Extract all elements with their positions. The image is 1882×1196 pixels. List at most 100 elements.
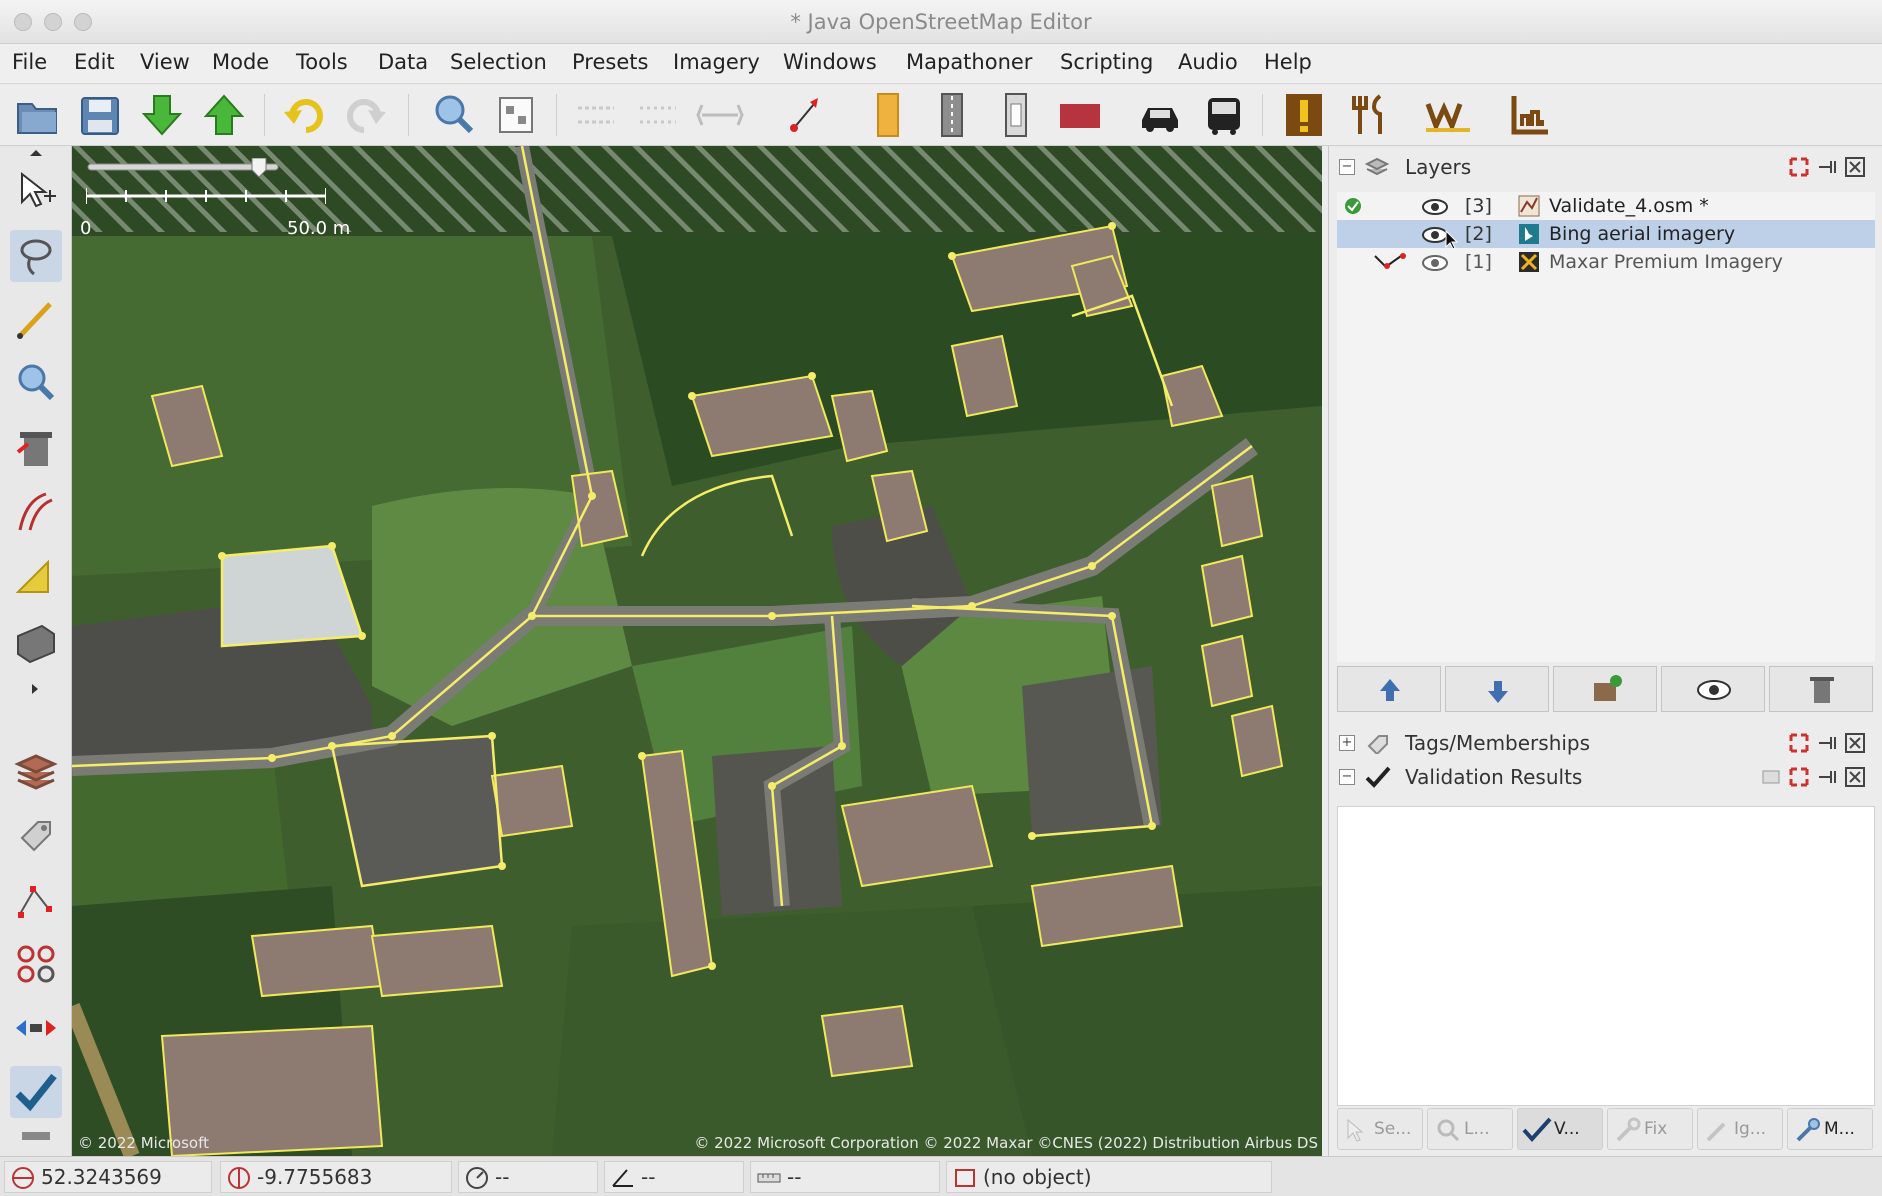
visibility-eye-icon[interactable] (1421, 253, 1449, 273)
map-attribution-left: © 2022 Microsoft (78, 1134, 209, 1152)
ignore-button[interactable]: Ig... (1697, 1108, 1783, 1150)
reverse-icon[interactable] (780, 90, 832, 140)
align-icon[interactable] (570, 90, 622, 140)
save-icon[interactable] (74, 90, 126, 140)
menu-file[interactable]: File (12, 50, 47, 74)
layers-panel-header[interactable]: − Layers (1329, 150, 1882, 184)
select-box-icon[interactable] (490, 90, 542, 140)
area-mode-icon[interactable] (10, 550, 62, 602)
bing-imagery-icon (1519, 224, 1539, 244)
zoom-icon[interactable] (428, 90, 480, 140)
menu-mapathoner[interactable]: Mapathoner (906, 50, 1032, 74)
layer-row-maxar[interactable]: [1] Maxar Premium Imagery (1337, 248, 1875, 276)
minimize-panel-icon[interactable] (1817, 157, 1837, 177)
tags-toggle-icon[interactable] (10, 810, 62, 862)
tags-panel-header[interactable]: + Tags/Memberships (1329, 726, 1882, 760)
move-up-icon (1380, 679, 1400, 701)
toggle-visibility-button[interactable] (1661, 666, 1765, 712)
validation-toggle-icon[interactable] (10, 1066, 62, 1118)
layer-row-bing[interactable]: [2] Bing aerial imagery (1337, 220, 1875, 250)
distribute-icon[interactable] (694, 90, 746, 140)
menu-scripting[interactable]: Scripting (1060, 50, 1153, 74)
select-button[interactable]: Se... (1337, 1108, 1423, 1150)
collapse-validation-icon[interactable]: − (1339, 769, 1355, 785)
menu-presets[interactable]: Presets (572, 50, 648, 74)
parallel-mode-icon[interactable] (10, 486, 62, 538)
selection-list-icon[interactable] (10, 874, 62, 926)
building-preset-icon[interactable] (862, 90, 914, 140)
visibility-eye-icon[interactable] (1421, 197, 1449, 217)
download-icon[interactable] (136, 90, 188, 140)
layers-toggle-icon[interactable] (10, 746, 62, 798)
menu-view[interactable]: View (140, 50, 190, 74)
map-attribution[interactable]: © 2022 Microsoft Corporation © 2022 Maxa… (694, 1134, 1318, 1152)
validation-results-list[interactable] (1337, 806, 1875, 1106)
zoom-slider[interactable] (86, 158, 326, 218)
delete-layer-button[interactable] (1769, 666, 1873, 712)
detach-icon[interactable] (1789, 767, 1809, 787)
collapse-tags-icon[interactable]: + (1339, 735, 1355, 751)
menu-data[interactable]: Data (378, 50, 428, 74)
bus-icon[interactable] (1198, 90, 1250, 140)
detach-icon[interactable] (1789, 733, 1809, 753)
conflict-list-icon[interactable] (10, 1002, 62, 1054)
validate-button[interactable]: V... (1517, 1108, 1603, 1150)
relation-list-icon[interactable] (10, 938, 62, 990)
road-preset-icon[interactable] (926, 90, 978, 140)
detach-icon[interactable] (1789, 157, 1809, 177)
close-panel-icon[interactable] (1845, 733, 1865, 753)
wiki-icon[interactable] (1422, 90, 1474, 140)
landuse-icon[interactable] (1504, 90, 1556, 140)
extrude-mode-icon[interactable] (10, 614, 62, 666)
menu-selection[interactable]: Selection (450, 50, 547, 74)
active-layer-check-icon (1345, 198, 1361, 214)
close-panel-icon[interactable] (1845, 767, 1865, 787)
car-icon[interactable] (1134, 90, 1186, 140)
zoom-slider-thumb[interactable] (251, 158, 267, 178)
menu-help[interactable]: Help (1264, 50, 1312, 74)
minimize-panel-icon[interactable] (1817, 767, 1837, 787)
minimize-panel-icon[interactable] (1817, 733, 1837, 753)
menu-tools[interactable]: Tools (296, 50, 348, 74)
layer-row-validate[interactable]: [3] Validate_4.osm * (1337, 192, 1875, 220)
undo-icon[interactable] (278, 90, 330, 140)
collapse-layers-icon[interactable]: − (1339, 159, 1355, 175)
select-mode-icon[interactable] (10, 166, 62, 218)
move-layer-up-button[interactable] (1337, 666, 1441, 712)
preferences-icon[interactable] (1761, 767, 1781, 787)
move-layer-down-button[interactable] (1445, 666, 1549, 712)
fix-button[interactable]: Fix (1607, 1108, 1693, 1150)
layer-action-buttons (1337, 666, 1875, 712)
ruler-icon (757, 1173, 781, 1183)
menu-mode[interactable]: Mode (212, 50, 269, 74)
zoom-mode-icon[interactable] (10, 358, 62, 410)
close-panel-icon[interactable] (1845, 157, 1865, 177)
merge-layer-button[interactable] (1553, 666, 1657, 712)
menu-audio[interactable]: Audio (1178, 50, 1238, 74)
menu-edit[interactable]: Edit (74, 50, 115, 74)
history-icon[interactable] (10, 1126, 62, 1154)
delete-mode-icon[interactable] (10, 422, 62, 474)
parking-preset-icon[interactable] (1054, 90, 1106, 140)
validation-panel-header[interactable]: − Validation Results (1329, 760, 1882, 794)
longitude-field: -9.7755683 (220, 1161, 452, 1193)
warning-icon[interactable] (1278, 90, 1330, 140)
select-icon (1347, 1118, 1364, 1142)
draw-mode-icon[interactable] (10, 294, 62, 346)
more-button[interactable]: M... (1787, 1108, 1873, 1150)
osm-data-layer-icon (1518, 195, 1540, 217)
lookup-button[interactable]: L... (1427, 1108, 1513, 1150)
menu-imagery[interactable]: Imagery (673, 50, 760, 74)
align2-icon[interactable] (632, 90, 684, 140)
open-icon[interactable] (12, 90, 64, 140)
map-view[interactable]: 0 50.0 m © 2022 Microsoft © 2022 Microso… (72, 146, 1322, 1156)
path-preset-icon[interactable] (990, 90, 1042, 140)
menu-windows[interactable]: Windows (783, 50, 877, 74)
move-down-icon (1488, 681, 1508, 703)
layers-icon (1365, 157, 1389, 176)
restaurant-icon[interactable] (1344, 90, 1396, 140)
upload-icon[interactable] (198, 90, 250, 140)
checkmark-icon (1365, 766, 1391, 788)
lasso-mode-icon[interactable] (10, 230, 62, 282)
redo-icon[interactable] (340, 90, 392, 140)
